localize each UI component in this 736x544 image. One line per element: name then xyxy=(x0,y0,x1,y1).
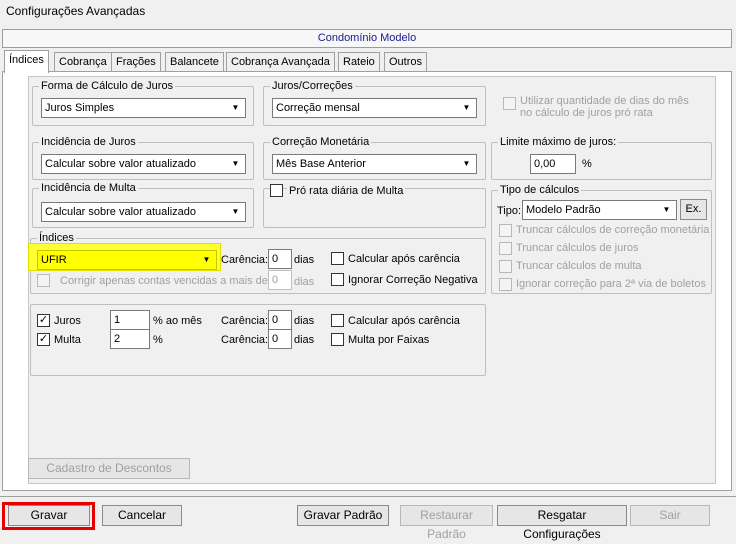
select-value: Calcular sobre valor atualizado xyxy=(45,206,197,218)
corrigir-vencidas-checkbox[interactable] xyxy=(37,274,50,287)
group-limite-juros: Limite máximo de juros: xyxy=(491,135,712,180)
chevron-down-icon: ▼ xyxy=(231,103,240,112)
indices-select[interactable]: UFIR ▼ xyxy=(37,250,217,270)
footer-divider xyxy=(0,496,736,497)
restore-default-button[interactable]: Restaurar Padrão xyxy=(400,505,493,541)
juros-input[interactable]: 1 xyxy=(110,310,150,330)
indices-dias-label: dias xyxy=(294,254,315,266)
multa-unit: % xyxy=(153,334,163,346)
tab-cobranca-avancada[interactable]: Cobrança Avançada xyxy=(226,52,335,72)
pro-rata-label: Pró rata diária de Multa xyxy=(287,184,406,198)
truncar-juros-label: Truncar cálculos de juros xyxy=(516,242,639,254)
corrigir-vencidas-label: Corrigir apenas contas vencidas a mais d… xyxy=(60,275,268,287)
tab-indices[interactable]: Índices xyxy=(4,50,49,73)
exit-button[interactable]: Sair xyxy=(630,505,710,526)
ignorar-2via-checkbox[interactable] xyxy=(499,278,512,291)
limite-juros-input[interactable]: 0,00 xyxy=(530,154,576,174)
corrigir-vencidas-input[interactable]: 0 xyxy=(268,270,292,290)
ignorar-2via-label: Ignorar correção para 2ª via de boletos xyxy=(516,278,706,290)
save-default-button[interactable]: Gravar Padrão xyxy=(297,505,389,526)
tab-balancete[interactable]: Balancete xyxy=(165,52,224,72)
save-button[interactable]: Gravar xyxy=(8,505,90,526)
select-value: Calcular sobre valor atualizado xyxy=(45,158,197,170)
select-value: Modelo Padrão xyxy=(526,204,601,216)
chevron-down-icon: ▼ xyxy=(662,205,671,214)
pro-rata-checkbox[interactable] xyxy=(270,184,283,197)
juros-calcular-apos-checkbox[interactable] xyxy=(331,314,344,327)
group-label: Correção Monetária xyxy=(270,135,372,149)
group-label: Tipo de cálculos xyxy=(498,183,582,197)
select-value: Mês Base Anterior xyxy=(276,158,366,170)
multa-dias-label: dias xyxy=(294,334,315,346)
tab-outros[interactable]: Outros xyxy=(384,52,428,72)
truncar-juros-checkbox[interactable] xyxy=(499,242,512,255)
indices-carencia-input[interactable]: 0 xyxy=(268,249,292,269)
group-label: Incidência de Multa xyxy=(39,181,138,195)
condominium-header: Condomínio Modelo xyxy=(2,29,732,48)
juros-carencia-input[interactable]: 0 xyxy=(268,310,292,330)
tab-cobranca[interactable]: Cobrança xyxy=(54,52,112,72)
select-value: UFIR xyxy=(41,254,67,266)
multa-carencia-input[interactable]: 0 xyxy=(268,329,292,349)
juros-unit: % ao mês xyxy=(153,315,202,327)
correcao-monetaria-select[interactable]: Mês Base Anterior ▼ xyxy=(272,154,477,174)
multa-faixas-checkbox[interactable] xyxy=(331,333,344,346)
tipo-label: Tipo: xyxy=(497,205,522,217)
select-value: Correção mensal xyxy=(276,102,360,114)
multa-faixas-label: Multa por Faixas xyxy=(348,334,430,346)
select-value: Juros Simples xyxy=(45,102,115,114)
indices-calcular-apos-label: Calcular após carência xyxy=(348,253,460,265)
example-button[interactable]: Ex. xyxy=(680,199,707,220)
multa-carencia-label: Carência: xyxy=(221,334,269,346)
multa-input[interactable]: 2 xyxy=(110,329,150,349)
juros-dias-label: dias xyxy=(294,315,315,327)
truncar-correcao-label: Truncar cálculos de correção monetária xyxy=(516,224,710,236)
tab-fracoes[interactable]: Frações xyxy=(111,52,161,72)
tab-bar: Índices Cobrança Frações Balancete Cobra… xyxy=(2,50,432,73)
forma-calculo-select[interactable]: Juros Simples ▼ xyxy=(41,98,246,118)
group-label: Forma de Cálculo de Juros xyxy=(39,79,176,93)
truncar-multa-label: Truncar cálculos de multa xyxy=(516,260,642,272)
tab-rateio[interactable]: Rateio xyxy=(338,52,380,72)
juros-checkbox[interactable]: ✓ xyxy=(37,314,50,327)
group-label: Juros/Correções xyxy=(270,79,355,93)
group-label: Incidência de Juros xyxy=(39,135,138,149)
chevron-down-icon: ▼ xyxy=(231,159,240,168)
window-title: Configurações Avançadas xyxy=(6,4,146,18)
juros-calcular-apos-label: Calcular após carência xyxy=(348,315,460,327)
multa-checkbox[interactable]: ✓ xyxy=(37,333,50,346)
chevron-down-icon: ▼ xyxy=(462,103,471,112)
juros-label: Juros xyxy=(54,315,81,327)
cancel-button[interactable]: Cancelar xyxy=(102,505,182,526)
juros-carencia-label: Carência: xyxy=(221,315,269,327)
incidencia-multa-select[interactable]: Calcular sobre valor atualizado ▼ xyxy=(41,202,246,222)
retrieve-settings-button[interactable]: Resgatar Configurações xyxy=(497,505,627,541)
corrigir-dias-label: dias xyxy=(294,276,315,288)
limite-juros-unit: % xyxy=(582,158,592,170)
indices-calcular-apos-checkbox[interactable] xyxy=(331,252,344,265)
indices-carencia-label: Carência: xyxy=(221,254,269,266)
ignorar-negativa-checkbox[interactable] xyxy=(331,273,344,286)
truncar-correcao-checkbox[interactable] xyxy=(499,224,512,237)
multa-label: Multa xyxy=(54,334,81,346)
group-label: Limite máximo de juros: xyxy=(498,135,619,149)
utilizar-dias-label-2: no cálculo de juros pró rata xyxy=(520,107,653,119)
utilizar-dias-checkbox[interactable] xyxy=(503,97,516,110)
ignorar-negativa-label: Ignorar Correção Negativa xyxy=(348,274,478,286)
tipo-calculos-select[interactable]: Modelo Padrão ▼ xyxy=(522,200,677,220)
chevron-down-icon: ▼ xyxy=(231,207,240,216)
cadastro-descontos-button[interactable]: Cadastro de Descontos xyxy=(28,458,190,479)
chevron-down-icon: ▼ xyxy=(462,159,471,168)
chevron-down-icon: ▼ xyxy=(199,253,214,267)
juros-correcoes-select[interactable]: Correção mensal ▼ xyxy=(272,98,477,118)
truncar-multa-checkbox[interactable] xyxy=(499,260,512,273)
incidencia-juros-select[interactable]: Calcular sobre valor atualizado ▼ xyxy=(41,154,246,174)
